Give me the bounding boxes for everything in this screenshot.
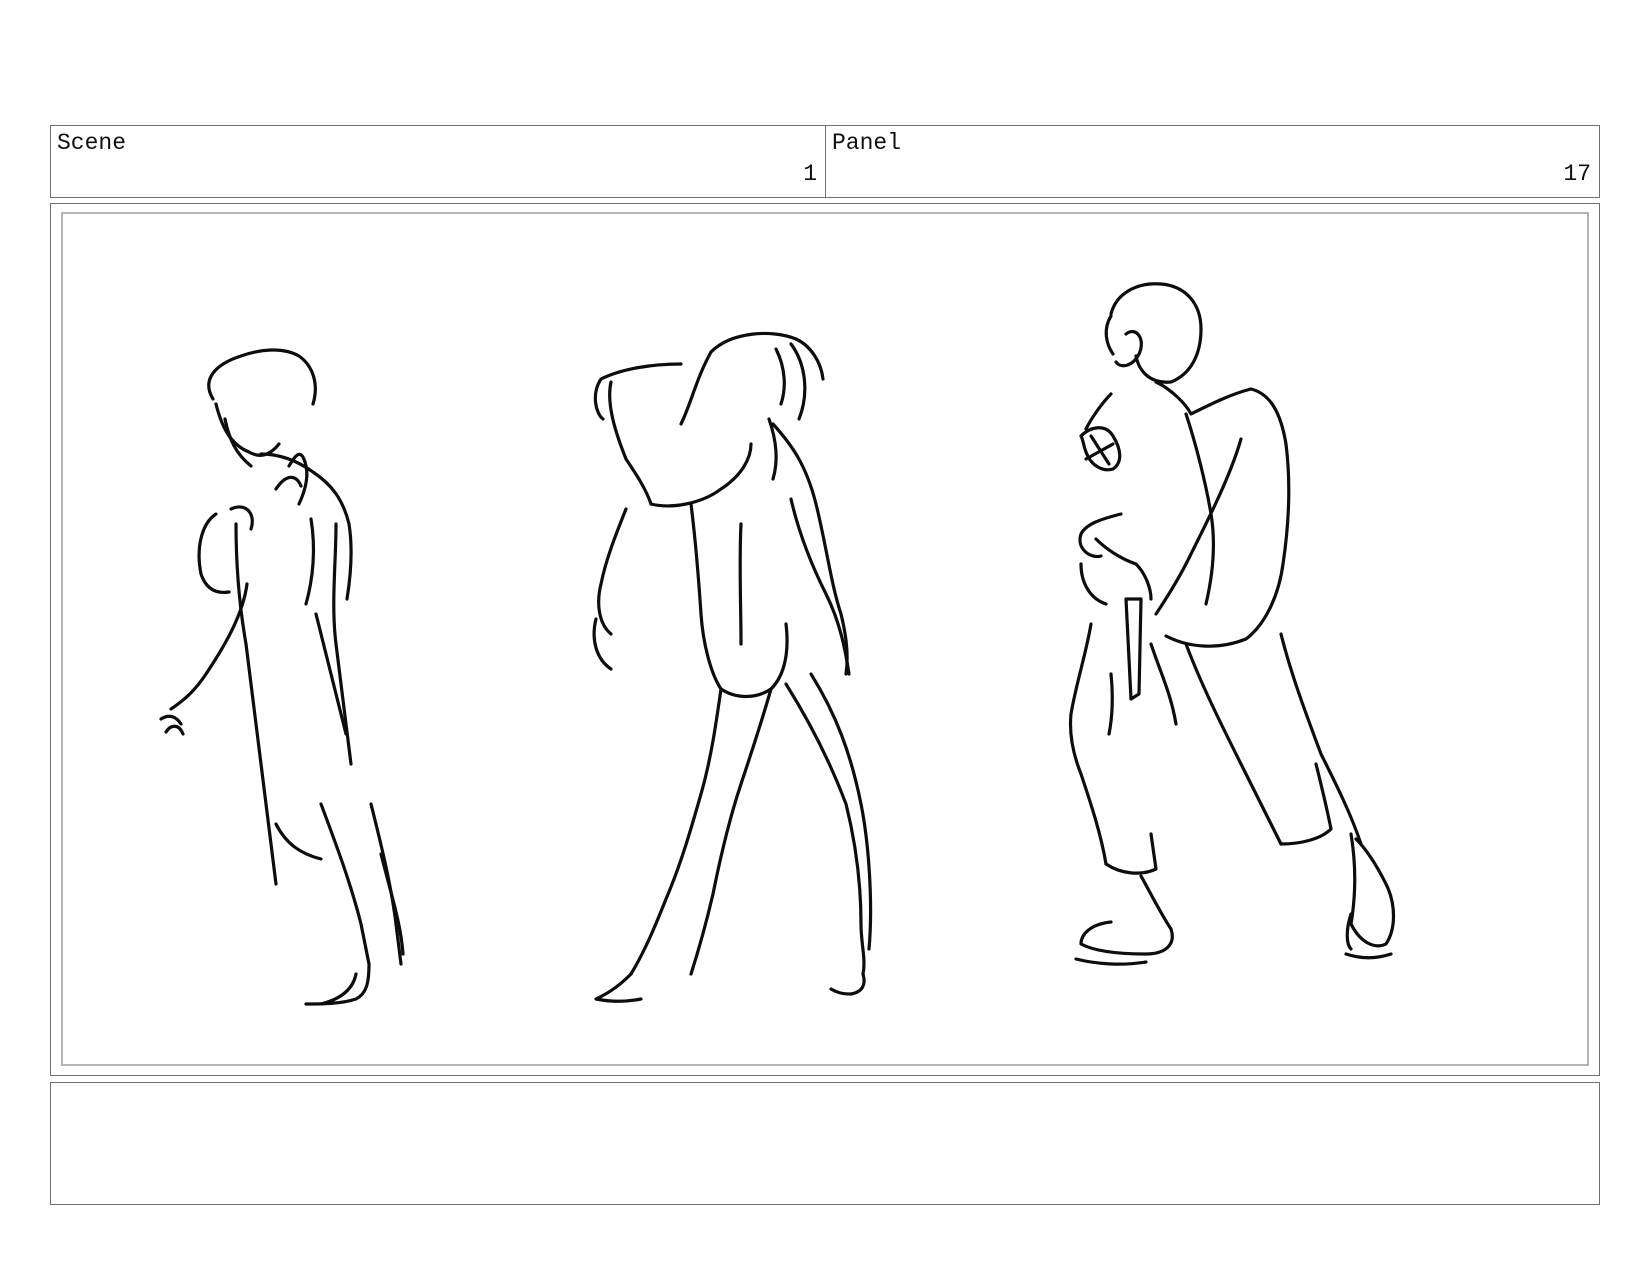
panel-header: Scene 1 Panel 17 (50, 125, 1600, 198)
scene-label: Scene (57, 130, 127, 156)
scene-cell: Scene 1 (51, 126, 826, 197)
figure-center-woman (592, 331, 873, 1003)
sketch-drawing (159, 282, 1396, 1006)
figure-right-man (1068, 282, 1396, 966)
figure-left-woman (159, 348, 405, 1006)
storyboard-frame (50, 203, 1600, 1076)
panel-number: 17 (1563, 161, 1591, 187)
scene-number: 1 (803, 161, 817, 187)
notes-box[interactable] (50, 1082, 1600, 1205)
panel-label: Panel (832, 130, 902, 156)
panel-cell: Panel 17 (826, 126, 1599, 197)
